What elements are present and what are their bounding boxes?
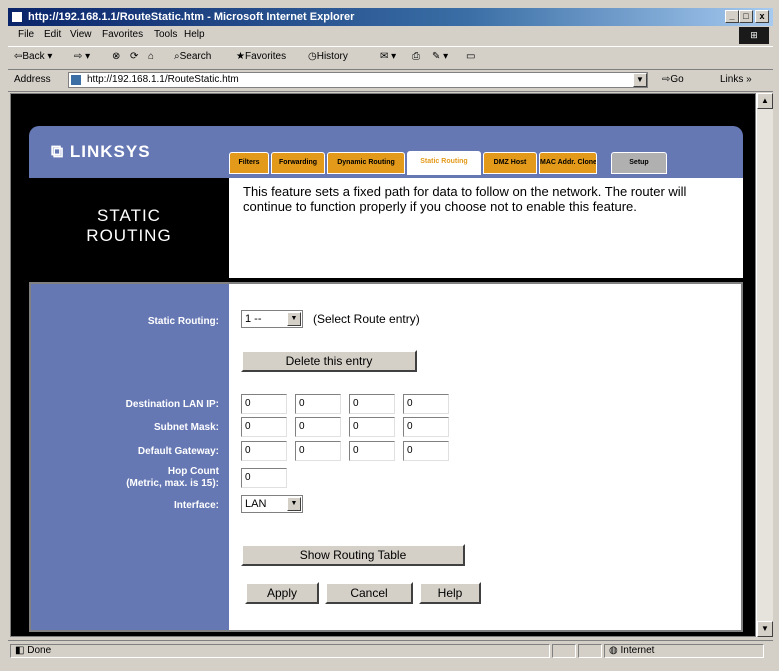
history-button[interactable]: ◷History	[308, 51, 348, 62]
dest-ip-octet-1[interactable]: 0	[241, 394, 287, 414]
home-icon[interactable]: ⌂	[148, 51, 154, 62]
dest-ip-octet-3[interactable]: 0	[349, 394, 395, 414]
windows-logo-icon: ⊞	[739, 27, 769, 44]
favorites-button[interactable]: ★Favorites	[236, 51, 286, 62]
menu-edit[interactable]: Edit	[44, 29, 61, 40]
history-icon: ◷	[308, 51, 317, 62]
forward-arrow-icon: ⇨	[74, 51, 83, 62]
menu-help[interactable]: Help	[184, 29, 205, 40]
dest-lan-ip-label: Destination LAN IP:	[125, 399, 219, 410]
edit-icon[interactable]: ✎ ▾	[432, 51, 448, 62]
discuss-icon[interactable]: ▭	[466, 51, 475, 62]
subnet-mask-label: Subnet Mask:	[153, 422, 219, 433]
links-button[interactable]: Links »	[720, 74, 752, 85]
apply-button[interactable]: Apply	[245, 582, 319, 604]
status-segment	[578, 644, 602, 658]
hop-count-hint: (Metric, max. is 15):	[126, 478, 219, 489]
cancel-button[interactable]: Cancel	[325, 582, 413, 604]
subnet-octet-2[interactable]: 0	[295, 417, 341, 437]
address-bar: Address http://192.168.1.1/RouteStatic.h…	[8, 69, 773, 92]
tab-dmz-host[interactable]: DMZ Host	[483, 152, 537, 174]
tab-static-routing[interactable]: Static Routing	[407, 151, 481, 175]
scroll-down-icon[interactable]: ▼	[757, 621, 773, 637]
menu-bar: File Edit View Favorites Tools Help ⊞	[8, 27, 773, 45]
route-entry-select[interactable]: 1 -- ▼	[241, 310, 303, 328]
static-routing-label: Static Routing:	[147, 316, 219, 327]
help-button[interactable]: Help	[419, 582, 481, 604]
subnet-octet-3[interactable]: 0	[349, 417, 395, 437]
subnet-octet-1[interactable]: 0	[241, 417, 287, 437]
web-content: ⧉ LINKSYS Filters Forwarding Dynamic Rou…	[10, 93, 756, 637]
vertical-scrollbar[interactable]: ▲ ▼	[756, 93, 773, 637]
scroll-up-icon[interactable]: ▲	[757, 93, 773, 109]
tab-mac-clone[interactable]: MAC Addr. Clone	[539, 152, 597, 174]
interface-select[interactable]: LAN ▼	[241, 495, 303, 513]
forward-button[interactable]: ⇨ ▾	[74, 51, 90, 62]
title-bar: http://192.168.1.1/RouteStatic.htm - Mic…	[8, 8, 773, 26]
hop-count-label: Hop Count	[167, 466, 219, 477]
feature-description: This feature sets a fixed path for data …	[229, 178, 743, 278]
page-done-icon: ◧	[15, 645, 28, 656]
interface-label: Interface:	[173, 500, 219, 511]
address-label: Address	[14, 74, 51, 85]
page-title: STATIC ROUTING	[29, 178, 229, 278]
gateway-octet-3[interactable]: 0	[349, 441, 395, 461]
address-dropdown-icon[interactable]: ▼	[633, 73, 647, 87]
close-button[interactable]: x	[755, 10, 769, 23]
route-entry-hint: (Select Route entry)	[313, 312, 420, 326]
dest-ip-octet-2[interactable]: 0	[295, 394, 341, 414]
status-segment	[552, 644, 576, 658]
globe-icon: ◍	[609, 645, 621, 656]
delete-entry-button[interactable]: Delete this entry	[241, 350, 417, 372]
default-gateway-label: Default Gateway:	[137, 446, 219, 457]
menu-favorites[interactable]: Favorites	[102, 29, 143, 40]
favorites-icon: ★	[236, 51, 245, 62]
mail-icon[interactable]: ✉ ▾	[380, 51, 396, 62]
security-zone: ◍ Internet	[604, 644, 764, 658]
menu-view[interactable]: View	[70, 29, 92, 40]
tab-filters[interactable]: Filters	[229, 152, 269, 174]
linksys-logo-icon: ⧉	[51, 142, 70, 161]
window-title: http://192.168.1.1/RouteStatic.htm - Mic…	[28, 11, 355, 23]
print-icon[interactable]: ⎙	[412, 51, 420, 62]
tab-forwarding[interactable]: Forwarding	[271, 152, 325, 174]
go-button[interactable]: ⇨Go	[662, 74, 684, 85]
search-button[interactable]: ⌕Search	[174, 51, 211, 62]
page-icon	[71, 75, 81, 85]
status-bar: ◧ Done ◍ Internet	[8, 640, 773, 661]
gateway-octet-2[interactable]: 0	[295, 441, 341, 461]
status-text: ◧ Done	[10, 644, 550, 658]
chevron-down-icon: ▼	[287, 497, 301, 511]
label-column	[31, 284, 229, 630]
chevron-down-icon: ▼	[287, 312, 301, 326]
gateway-octet-1[interactable]: 0	[241, 441, 287, 461]
refresh-icon[interactable]: ⟳	[130, 51, 138, 62]
maximize-button[interactable]: □	[739, 10, 753, 23]
static-routing-form: Static Routing: 1 -- ▼ (Select Route ent…	[29, 282, 743, 632]
standard-toolbar: ⇦Back ▾ ⇨ ▾ ⊗ ⟳ ⌂ ⌕Search ★Favorites ◷Hi…	[8, 46, 773, 70]
gateway-octet-4[interactable]: 0	[403, 441, 449, 461]
tab-dynamic-routing[interactable]: Dynamic Routing	[327, 152, 405, 174]
back-button[interactable]: ⇦Back ▾	[14, 51, 52, 62]
show-routing-table-button[interactable]: Show Routing Table	[241, 544, 465, 566]
menu-file[interactable]: File	[18, 29, 34, 40]
minimize-button[interactable]: _	[725, 10, 739, 23]
linksys-logo: ⧉ LINKSYS	[51, 142, 151, 161]
address-input[interactable]: http://192.168.1.1/RouteStatic.htm ▼	[68, 72, 648, 88]
tab-setup[interactable]: Setup	[611, 152, 667, 174]
menu-tools[interactable]: Tools	[154, 29, 177, 40]
hop-count-input[interactable]: 0	[241, 468, 287, 488]
dest-ip-octet-4[interactable]: 0	[403, 394, 449, 414]
stop-icon[interactable]: ⊗	[112, 51, 120, 62]
ie-window-icon	[11, 11, 23, 23]
subnet-octet-4[interactable]: 0	[403, 417, 449, 437]
